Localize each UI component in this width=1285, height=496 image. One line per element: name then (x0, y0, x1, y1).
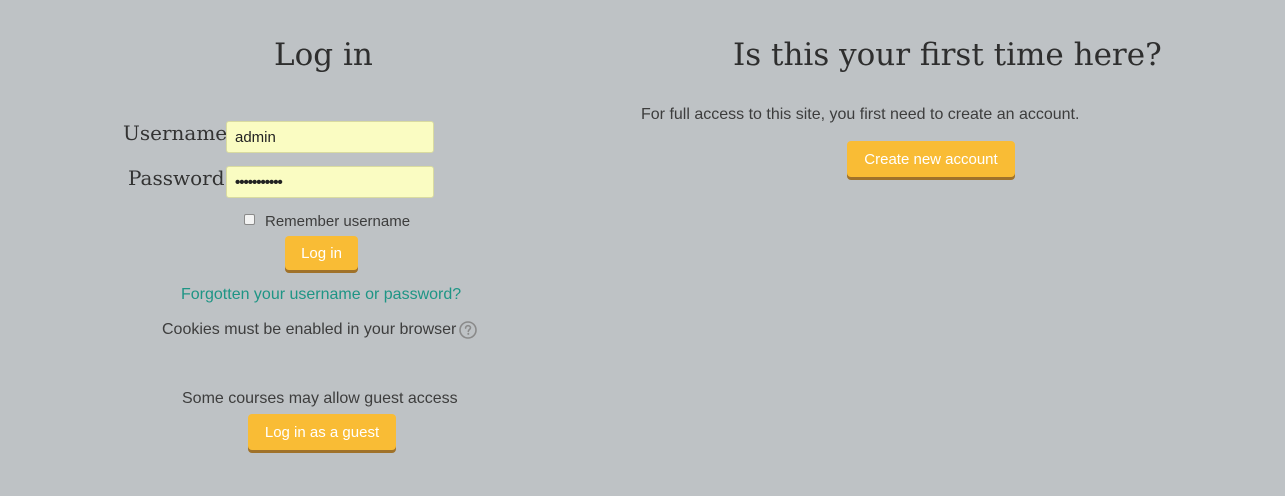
create-account-button[interactable]: Create new account (847, 141, 1015, 177)
remember-username-checkbox[interactable] (244, 214, 255, 225)
password-input[interactable] (226, 166, 434, 198)
login-button[interactable]: Log in (285, 236, 358, 270)
signup-heading: Is this your first time here? (733, 37, 1162, 73)
signup-description: For full access to this site, you first … (641, 106, 1080, 123)
cookies-notice: Cookies must be enabled in your browser (162, 321, 457, 338)
username-label: Username (123, 121, 228, 145)
login-heading: Log in (274, 37, 373, 73)
guest-access-notice: Some courses may allow guest access (182, 390, 458, 407)
question-circle-icon[interactable] (459, 321, 477, 344)
guest-login-button[interactable]: Log in as a guest (248, 414, 396, 450)
forgot-password-link[interactable]: Forgotten your username or password? (181, 287, 461, 303)
username-input[interactable] (226, 121, 434, 153)
remember-username-label[interactable]: Remember username (265, 214, 410, 229)
password-label: Password (128, 166, 225, 190)
